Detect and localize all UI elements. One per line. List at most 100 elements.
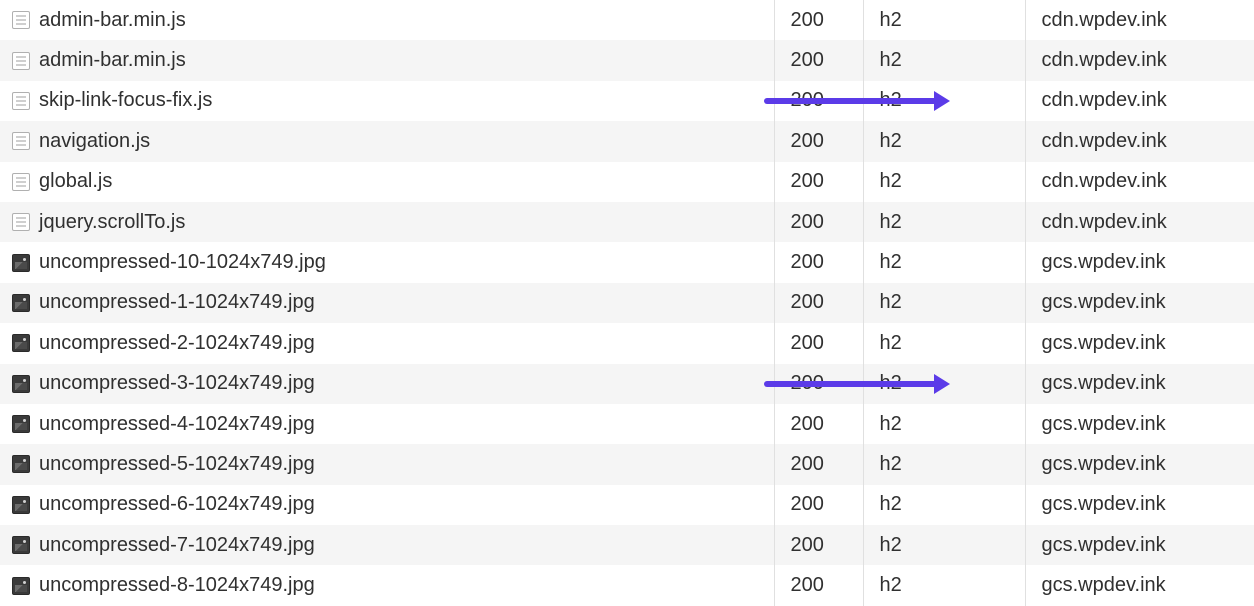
request-name: uncompressed-2-1024x749.jpg bbox=[39, 332, 315, 355]
protocol-cell: h2 bbox=[863, 485, 1025, 525]
name-cell[interactable]: navigation.js bbox=[0, 121, 774, 161]
domain-value: cdn.wpdev.ink bbox=[1042, 9, 1167, 31]
name-cell[interactable]: uncompressed-7-1024x749.jpg bbox=[0, 525, 774, 565]
request-name: uncompressed-3-1024x749.jpg bbox=[39, 372, 315, 395]
status-cell: 200 bbox=[774, 283, 863, 323]
protocol-cell: h2 bbox=[863, 40, 1025, 80]
status-code: 200 bbox=[791, 534, 824, 556]
table-row[interactable]: admin-bar.min.js200h2cdn.wpdev.ink bbox=[0, 40, 1254, 80]
name-cell[interactable]: uncompressed-1-1024x749.jpg bbox=[0, 283, 774, 323]
table-row[interactable]: uncompressed-1-1024x749.jpg 200 h2 gcs.wpde… bbox=[0, 283, 1254, 323]
script-file-icon bbox=[12, 173, 30, 191]
status-code: 200 bbox=[791, 493, 824, 515]
status-cell: 200 bbox=[774, 364, 863, 404]
domain-cell: gcs.wpdev.ink bbox=[1025, 444, 1254, 484]
domain-cell: cdn.wpdev.ink bbox=[1025, 121, 1254, 161]
status-cell: 200 bbox=[774, 525, 863, 565]
protocol-cell: h2 bbox=[863, 283, 1025, 323]
domain-cell: cdn.wpdev.ink bbox=[1025, 162, 1254, 202]
request-name: uncompressed-1-1024x749.jpg bbox=[39, 291, 315, 314]
status-cell: 200 bbox=[774, 202, 863, 242]
protocol-value: h2 bbox=[880, 211, 902, 233]
request-name: uncompressed-4-1024x749.jpg bbox=[39, 413, 315, 436]
protocol-cell: h2 bbox=[863, 121, 1025, 161]
domain-cell: cdn.wpdev.ink bbox=[1025, 81, 1254, 121]
domain-value: cdn.wpdev.ink bbox=[1042, 49, 1167, 71]
table-row[interactable]: admin-bar.min.js200h2cdn.wpdev.ink bbox=[0, 0, 1254, 40]
protocol-value: h2 bbox=[880, 534, 902, 556]
name-cell[interactable]: uncompressed-4-1024x749.jpg bbox=[0, 404, 774, 444]
status-cell: 200 bbox=[774, 121, 863, 161]
image-file-icon bbox=[12, 415, 30, 433]
protocol-cell: h2 bbox=[863, 404, 1025, 444]
protocol-cell: h2 bbox=[863, 525, 1025, 565]
status-code: 200 bbox=[791, 170, 824, 192]
status-cell: 200 bbox=[774, 242, 863, 282]
name-cell[interactable]: uncompressed-10-1024x749.jpg bbox=[0, 242, 774, 282]
table-row[interactable]: global.js200h2cdn.wpdev.ink bbox=[0, 162, 1254, 202]
domain-value: gcs.wpdev.ink bbox=[1042, 413, 1166, 435]
image-file-icon bbox=[12, 577, 30, 595]
protocol-value: h2 bbox=[880, 372, 902, 394]
protocol-value: h2 bbox=[880, 49, 902, 71]
request-name: admin-bar.min.js bbox=[39, 49, 186, 72]
image-file-icon bbox=[12, 375, 30, 393]
domain-cell: gcs.wpdev.ink bbox=[1025, 242, 1254, 282]
name-cell[interactable]: admin-bar.min.js bbox=[0, 40, 774, 80]
table-row[interactable]: uncompressed-2-1024x749.jpg200h2gcs.wpde… bbox=[0, 323, 1254, 363]
status-code: 200 bbox=[791, 211, 824, 233]
domain-cell: gcs.wpdev.ink bbox=[1025, 404, 1254, 444]
script-file-icon bbox=[12, 92, 30, 110]
name-cell[interactable]: uncompressed-6-1024x749.jpg bbox=[0, 485, 774, 525]
table-row[interactable]: uncompressed-4-1024x749.jpg 200h2 gcs.wpde… bbox=[0, 404, 1254, 444]
domain-cell: cdn.wpdev.ink bbox=[1025, 40, 1254, 80]
name-cell[interactable]: uncompressed-2-1024x749.jpg bbox=[0, 323, 774, 363]
name-cell[interactable]: uncompressed-5-1024x749.jpg bbox=[0, 444, 774, 484]
name-cell[interactable]: uncompressed-3-1024x749.jpg bbox=[0, 364, 774, 404]
request-name: navigation.js bbox=[39, 130, 150, 153]
domain-cell: cdn.wpdev.ink bbox=[1025, 0, 1254, 40]
status-cell: 200 bbox=[774, 323, 863, 363]
name-cell[interactable]: skip-link-focus-fix.js bbox=[0, 81, 774, 121]
table-row[interactable]: uncompressed-10-1024x749.jpg200 h2 gcs.wpd… bbox=[0, 242, 1254, 282]
status-code: 200 bbox=[791, 291, 824, 313]
domain-value: gcs.wpdev.ink bbox=[1042, 372, 1166, 394]
table-row[interactable]: uncompressed-5-1024x749.jpg200h2gcs.wpde… bbox=[0, 444, 1254, 484]
network-request-table[interactable]: admin-bar.min.js200h2cdn.wpdev.inkadmin-… bbox=[0, 0, 1254, 606]
protocol-cell: h2 bbox=[863, 565, 1025, 605]
table-row[interactable]: navigation.js 200 h2 cdn.wpdev.ink bbox=[0, 121, 1254, 161]
image-file-icon bbox=[12, 334, 30, 352]
protocol-value: h2 bbox=[880, 9, 902, 31]
domain-value: gcs.wpdev.ink bbox=[1042, 574, 1166, 596]
script-file-icon bbox=[12, 213, 30, 231]
table-row[interactable]: uncompressed-7-1024x749.jpg 200 h2 gcs.wpde… bbox=[0, 525, 1254, 565]
request-name: uncompressed-6-1024x749.jpg bbox=[39, 493, 315, 516]
name-cell[interactable]: uncompressed-8-1024x749.jpg bbox=[0, 565, 774, 605]
domain-value: gcs.wpdev.ink bbox=[1042, 291, 1166, 313]
status-code: 200 bbox=[791, 372, 824, 394]
status-code: 200 bbox=[791, 332, 824, 354]
status-code: 200 bbox=[791, 130, 824, 152]
domain-cell: gcs.wpdev.ink bbox=[1025, 565, 1254, 605]
table-row[interactable]: uncompressed-6-1024x749.jpg 200 h2gcs.wpde… bbox=[0, 485, 1254, 525]
name-cell[interactable]: jquery.scrollTo.js bbox=[0, 202, 774, 242]
table-row[interactable]: uncompressed-8-1024x749.jpg200h2gcs.wpde… bbox=[0, 565, 1254, 605]
request-name: admin-bar.min.js bbox=[39, 9, 186, 32]
protocol-value: h2 bbox=[880, 251, 902, 273]
domain-value: cdn.wpdev.ink bbox=[1042, 130, 1167, 152]
table-row[interactable]: uncompressed-3-1024x749.jpg 200 h2 gcs.wpde… bbox=[0, 364, 1254, 404]
status-cell: 200 bbox=[774, 404, 863, 444]
domain-cell: gcs.wpdev.ink bbox=[1025, 283, 1254, 323]
image-file-icon bbox=[12, 254, 30, 272]
table-row[interactable]: jquery.scrollTo.js200h2cdn.wpdev.ink bbox=[0, 202, 1254, 242]
table-row[interactable]: skip-link-focus-fix.js200h2cdn.wpdev.ink bbox=[0, 81, 1254, 121]
name-cell[interactable]: admin-bar.min.js bbox=[0, 0, 774, 40]
request-name: global.js bbox=[39, 170, 112, 193]
domain-value: gcs.wpdev.ink bbox=[1042, 332, 1166, 354]
name-cell[interactable]: global.js bbox=[0, 162, 774, 202]
domain-cell: gcs.wpdev.ink bbox=[1025, 323, 1254, 363]
domain-cell: gcs.wpdev.ink bbox=[1025, 525, 1254, 565]
domain-cell: gcs.wpdev.ink bbox=[1025, 485, 1254, 525]
status-cell: 200 bbox=[774, 444, 863, 484]
status-cell: 200 bbox=[774, 485, 863, 525]
